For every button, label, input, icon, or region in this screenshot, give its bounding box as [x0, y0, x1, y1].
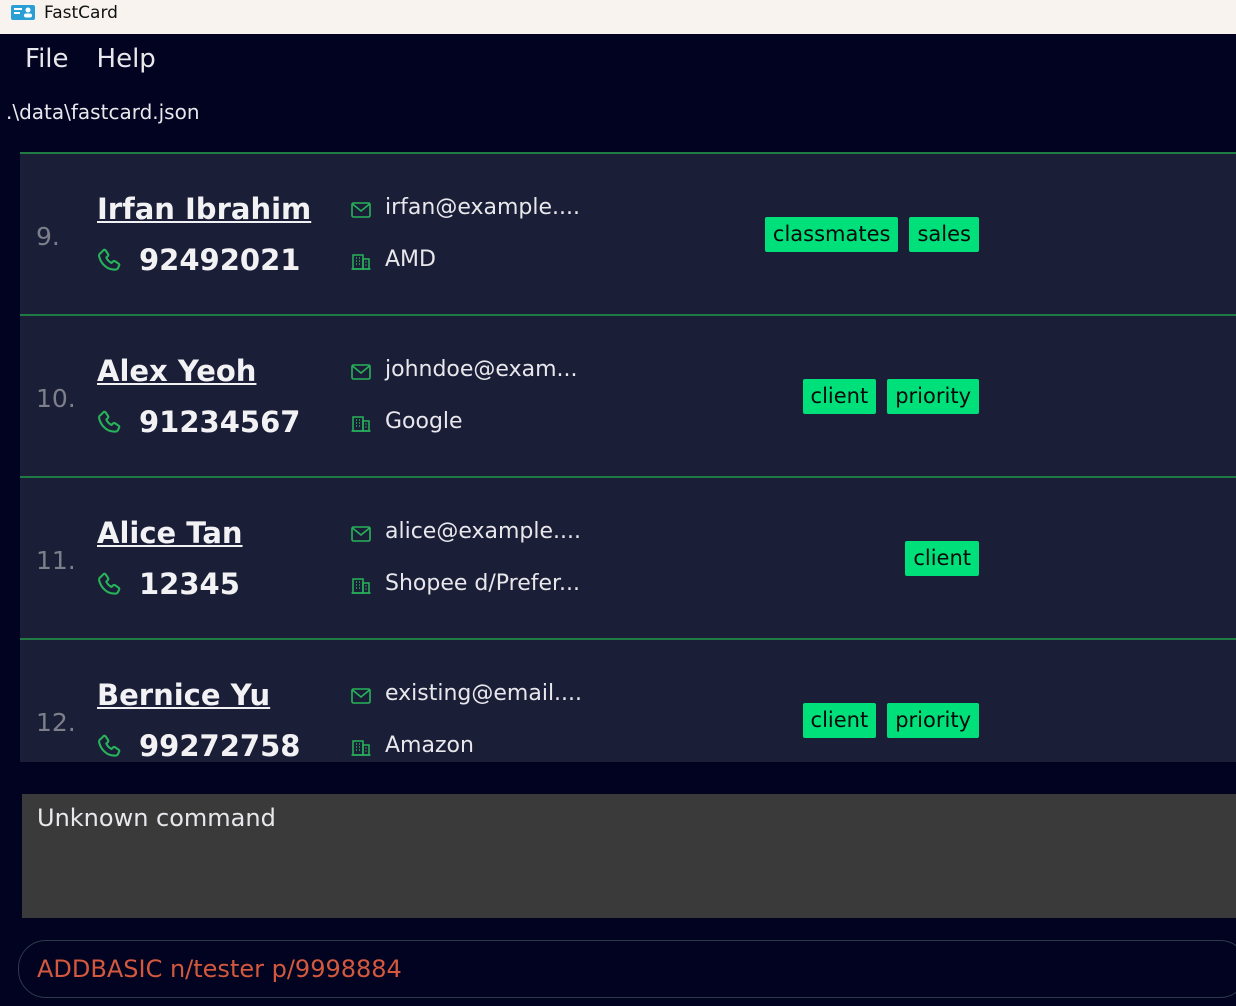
contact-phone: 92492021	[139, 243, 301, 277]
building-icon	[351, 576, 371, 594]
building-icon	[351, 414, 371, 432]
file-path: .\data\fastcard.json	[6, 100, 200, 124]
email-icon	[351, 202, 371, 218]
contact-index: 11.	[36, 546, 76, 575]
contact-email: johndoe@exam...	[385, 357, 578, 382]
title-bar: FastCard	[0, 0, 1236, 34]
contact-index: 10.	[36, 384, 76, 413]
contact-phone: 91234567	[139, 405, 301, 439]
contact-tags: classmates sales	[764, 217, 979, 252]
contact-list[interactable]: 9. Irfan Ibrahim 92492021 irfan@example....…	[20, 152, 1236, 762]
contact-name: Bernice Yu	[97, 678, 271, 712]
contact-index: 9.	[36, 222, 60, 251]
contact-phone: 99272758	[139, 729, 301, 762]
phone-icon	[96, 571, 124, 599]
contact-card[interactable]: 11. Alice Tan 12345 alice@example.... Shopee…	[20, 476, 1236, 638]
contact-card[interactable]: 10. Alex Yeoh 91234567 johndoe@exam... Googl…	[20, 314, 1236, 476]
window-title: FastCard	[44, 3, 118, 23]
contact-phone: 12345	[139, 567, 240, 601]
tag-badge: classmates	[764, 217, 899, 252]
contact-company: Google	[385, 409, 463, 434]
tag-badge: client	[802, 379, 877, 414]
email-icon	[351, 526, 371, 542]
result-display: Unknown command	[22, 794, 1236, 918]
menu-help[interactable]: Help	[97, 44, 156, 74]
building-icon	[351, 738, 371, 756]
fastcard-app-icon	[11, 5, 35, 20]
tag-badge: priority	[887, 703, 979, 738]
email-icon	[351, 364, 371, 380]
contact-tags: client	[905, 541, 979, 576]
contact-email: existing@email....	[385, 681, 583, 706]
tag-badge: sales	[909, 217, 979, 252]
contact-card[interactable]: 12. Bernice Yu 99272758 existing@email.... A…	[20, 638, 1236, 762]
contact-tags: client priority	[802, 703, 979, 738]
contact-email: irfan@example....	[385, 195, 580, 220]
contact-card[interactable]: 9. Irfan Ibrahim 92492021 irfan@example....…	[20, 152, 1236, 314]
contact-company: AMD	[385, 247, 436, 272]
phone-icon	[96, 409, 124, 437]
contact-company: Amazon	[385, 733, 474, 758]
contact-name: Alice Tan	[97, 516, 243, 550]
command-box[interactable]	[18, 940, 1236, 998]
tag-badge: client	[802, 703, 877, 738]
menu-file[interactable]: File	[25, 44, 69, 74]
phone-icon	[96, 247, 124, 275]
tag-badge: client	[905, 541, 979, 576]
contact-email: alice@example....	[385, 519, 582, 544]
contact-company: Shopee d/Prefer...	[385, 571, 581, 596]
contact-tags: client priority	[802, 379, 979, 414]
contact-name: Irfan Ibrahim	[97, 192, 312, 226]
tag-badge: priority	[887, 379, 979, 414]
email-icon	[351, 688, 371, 704]
building-icon	[351, 252, 371, 270]
contact-name: Alex Yeoh	[97, 354, 257, 388]
result-text: Unknown command	[37, 804, 276, 832]
phone-icon	[96, 733, 124, 761]
main-window: File Help .\data\fastcard.json 9. Irfan I…	[1, 34, 1236, 1006]
menu-bar: File Help	[25, 44, 156, 74]
contact-index: 12.	[36, 708, 76, 737]
command-input[interactable]	[37, 954, 1217, 984]
